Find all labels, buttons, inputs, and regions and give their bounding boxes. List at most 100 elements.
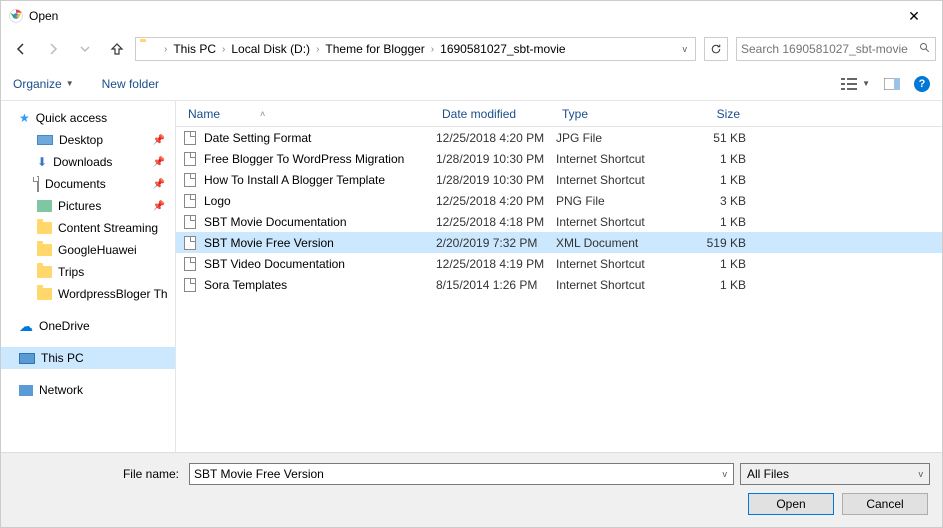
downloads-icon: ⬇ xyxy=(37,155,47,169)
filename-input[interactable] xyxy=(194,467,721,481)
sidebar-item[interactable]: Desktop📌 xyxy=(1,129,175,151)
file-type: JPG File xyxy=(556,131,676,145)
sidebar-onedrive[interactable]: ☁OneDrive xyxy=(1,315,175,337)
file-icon xyxy=(182,214,198,230)
file-size: 1 KB xyxy=(676,215,746,229)
sidebar-item[interactable]: Trips xyxy=(1,261,175,283)
address-bar[interactable]: › This PC › Local Disk (D:) › Theme for … xyxy=(135,37,696,61)
col-name-header[interactable]: Name ˄ xyxy=(182,107,436,121)
file-row[interactable]: Logo12/25/2018 4:20 PMPNG File3 KB xyxy=(176,190,942,211)
preview-pane-button[interactable] xyxy=(884,78,900,90)
organize-label: Organize xyxy=(13,77,62,91)
search-box[interactable] xyxy=(736,37,936,61)
sidebar-item[interactable]: Pictures📌 xyxy=(1,195,175,217)
folder-icon xyxy=(37,288,52,300)
sidebar-item-label: Desktop xyxy=(59,133,103,147)
sort-asc-icon: ˄ xyxy=(260,109,265,119)
file-date: 1/28/2019 10:30 PM xyxy=(436,152,556,166)
file-name: SBT Video Documentation xyxy=(204,257,436,271)
folder-icon xyxy=(37,266,52,278)
file-name: Sora Templates xyxy=(204,278,436,292)
file-row[interactable]: How To Install A Blogger Template1/28/20… xyxy=(176,169,942,190)
file-icon xyxy=(182,256,198,272)
filename-combo[interactable]: v xyxy=(189,463,734,485)
forward-button[interactable] xyxy=(39,35,67,63)
main-area: ★Quick access Desktop📌⬇Downloads📌Documen… xyxy=(1,101,942,452)
file-icon xyxy=(182,130,198,146)
filename-label: File name: xyxy=(13,467,183,481)
up-button[interactable] xyxy=(103,35,131,63)
sidebar-item-label: WordpressBloger Th xyxy=(58,287,168,301)
cloud-icon: ☁ xyxy=(19,318,33,335)
sidebar-item[interactable]: GoogleHuawei xyxy=(1,239,175,261)
col-type-header[interactable]: Type xyxy=(556,107,676,121)
address-dropdown[interactable]: v xyxy=(679,44,692,54)
folder-icon xyxy=(140,42,156,56)
sidebar-this-pc[interactable]: This PC xyxy=(1,347,175,369)
file-date: 12/25/2018 4:18 PM xyxy=(436,215,556,229)
file-icon xyxy=(182,193,198,209)
sidebar-item[interactable]: Documents📌 xyxy=(1,173,175,195)
column-headers: Name ˄ Date modified Type Size xyxy=(176,101,942,127)
file-name: SBT Movie Documentation xyxy=(204,215,436,229)
file-size: 1 KB xyxy=(676,173,746,187)
sidebar-network[interactable]: Network xyxy=(1,379,175,401)
file-name: How To Install A Blogger Template xyxy=(204,173,436,187)
sidebar: ★Quick access Desktop📌⬇Downloads📌Documen… xyxy=(1,101,176,452)
sidebar-item-label: Trips xyxy=(58,265,84,279)
pin-icon: 📌 xyxy=(153,201,165,212)
sidebar-item[interactable]: ⬇Downloads📌 xyxy=(1,151,175,173)
file-date: 1/28/2019 10:30 PM xyxy=(436,173,556,187)
file-icon xyxy=(182,277,198,293)
newfolder-label: New folder xyxy=(102,77,159,91)
toolbar: Organize▼ New folder ▼ ? xyxy=(1,67,942,101)
file-row[interactable]: SBT Movie Documentation12/25/2018 4:18 P… xyxy=(176,211,942,232)
search-input[interactable] xyxy=(741,42,915,56)
chevron-down-icon: v xyxy=(919,469,924,479)
open-button[interactable]: Open xyxy=(748,493,834,515)
file-size: 3 KB xyxy=(676,194,746,208)
back-button[interactable] xyxy=(7,35,35,63)
breadcrumb-item[interactable]: Local Disk (D:) xyxy=(229,42,312,56)
breadcrumb-item[interactable]: Theme for Blogger xyxy=(323,42,426,56)
chevron-down-icon[interactable]: v xyxy=(721,469,730,479)
help-button[interactable]: ? xyxy=(914,76,930,92)
filter-label: All Files xyxy=(747,467,789,481)
file-row[interactable]: Free Blogger To WordPress Migration1/28/… xyxy=(176,148,942,169)
breadcrumb-item[interactable]: This PC xyxy=(171,42,218,56)
file-row[interactable]: Sora Templates8/15/2014 1:26 PMInternet … xyxy=(176,274,942,295)
file-row[interactable]: SBT Video Documentation12/25/2018 4:19 P… xyxy=(176,253,942,274)
folder-icon xyxy=(37,222,52,234)
sidebar-item-label: Documents xyxy=(45,177,106,191)
file-date: 12/25/2018 4:19 PM xyxy=(436,257,556,271)
sidebar-item[interactable]: Content Streaming xyxy=(1,217,175,239)
file-type-filter[interactable]: All Files v xyxy=(740,463,930,485)
close-button[interactable]: ✕ xyxy=(894,8,934,25)
sidebar-item-label: Content Streaming xyxy=(58,221,158,235)
col-label: Name xyxy=(188,107,220,121)
file-row[interactable]: Date Setting Format12/25/2018 4:20 PMJPG… xyxy=(176,127,942,148)
new-folder-button[interactable]: New folder xyxy=(102,77,159,91)
file-size: 1 KB xyxy=(676,257,746,271)
file-size: 1 KB xyxy=(676,278,746,292)
file-name: Date Setting Format xyxy=(204,131,436,145)
sidebar-quick-access[interactable]: ★Quick access xyxy=(1,107,175,129)
refresh-button[interactable] xyxy=(704,37,728,61)
file-rows: Date Setting Format 12/25/2018 4:20 PM JPG… xyxy=(176,127,942,452)
sidebar-item[interactable]: WordpressBloger Th xyxy=(1,283,175,305)
recent-locations-button[interactable] xyxy=(71,35,99,63)
organize-menu[interactable]: Organize▼ xyxy=(13,77,74,91)
window-title: Open xyxy=(29,9,894,23)
file-date: 2/20/2019 7:32 PM xyxy=(436,236,556,250)
desktop-icon xyxy=(37,135,53,145)
bottom-bar: File name: v All Files v Open Cancel xyxy=(1,452,942,527)
col-date-header[interactable]: Date modified xyxy=(436,107,556,121)
file-type: PNG File xyxy=(556,194,676,208)
view-options-button[interactable]: ▼ xyxy=(841,77,870,91)
file-date: 12/25/2018 4:20 PM xyxy=(436,194,556,208)
cancel-button[interactable]: Cancel xyxy=(842,493,928,515)
file-row[interactable]: SBT Movie Free Version2/20/2019 7:32 PMX… xyxy=(176,232,942,253)
breadcrumb-item[interactable]: 1690581027_sbt-movie xyxy=(438,42,567,56)
star-icon: ★ xyxy=(19,111,30,125)
col-size-header[interactable]: Size xyxy=(676,107,746,121)
